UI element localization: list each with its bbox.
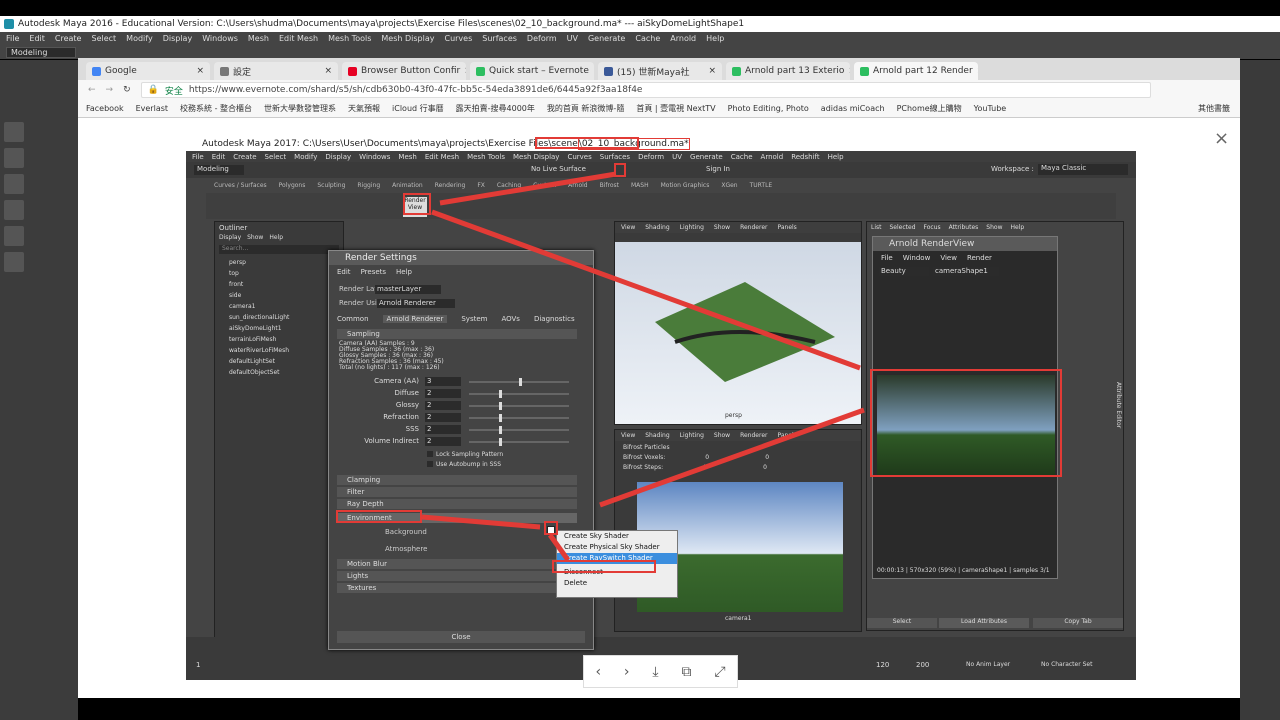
arrow-to-rayswitch: [547, 533, 571, 562]
viewer-control-icon[interactable]: ⤢: [714, 664, 725, 680]
viewer-control-icon[interactable]: ⧉: [681, 664, 691, 680]
annotation-arrows: [421, 171, 865, 562]
arrow-to-background: [421, 514, 541, 530]
viewer-control-icon[interactable]: ›: [624, 664, 630, 680]
viewer-control-icon[interactable]: ‹: [595, 664, 601, 680]
arrow-to-render-view: [439, 171, 617, 206]
arrow-to-renderview: [431, 209, 861, 371]
viewer-control-icon[interactable]: ⤓: [652, 664, 658, 680]
viewer-controls: ‹ › ⤓ ⧉ ⤢: [583, 655, 738, 688]
arrow-to-environment: [599, 407, 865, 508]
